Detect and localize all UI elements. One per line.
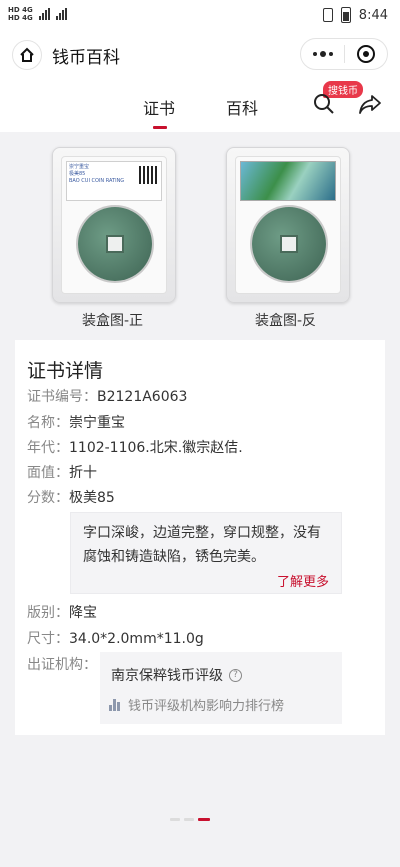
qr-code [139, 166, 157, 184]
help-icon[interactable]: ? [229, 668, 242, 682]
search-icon[interactable] [313, 93, 335, 115]
detail-label: 面值： [27, 465, 69, 481]
detail-row-variety: 版别：降宝 [27, 602, 97, 622]
tab-encyclopedia[interactable]: 百科 [226, 95, 258, 119]
active-tab-indicator [153, 126, 167, 129]
home-icon [20, 47, 34, 62]
page-dot-active [198, 818, 210, 821]
grade-comment: 字口深峻，边道完整，穿口规整，没有腐蚀和铸造缺陷，锈色完美。 [83, 525, 321, 565]
detail-row-denomination: 面值：折十 [27, 462, 97, 482]
signal-icon [38, 8, 50, 20]
coin-obverse [78, 207, 152, 281]
hologram-label [240, 161, 336, 201]
close-miniprogram-button[interactable] [345, 39, 387, 69]
detail-value: 折十 [69, 465, 97, 481]
issuer-box[interactable]: 南京保粹钱币评级 ? 钱币评级机构影响力排行榜 [100, 652, 342, 724]
detail-row-grade: 分数：极美85 [27, 487, 115, 507]
detail-label: 尺寸： [27, 631, 69, 647]
slab-front-image[interactable]: 崇宁重宝 极美85 BAO CUI COIN RATING [52, 147, 176, 303]
target-icon [356, 45, 375, 63]
detail-label: 版别： [27, 605, 69, 621]
home-button[interactable] [12, 40, 42, 70]
slab-label-front: 崇宁重宝 极美85 BAO CUI COIN RATING [66, 161, 162, 201]
page-indicator [170, 818, 210, 821]
learn-more-link[interactable]: 了解更多 [277, 571, 329, 590]
detail-value: 34.0*2.0mm*11.0g [69, 631, 204, 647]
slab-photos: 崇宁重宝 极美85 BAO CUI COIN RATING 装盒图-正 装盒图-… [0, 132, 400, 340]
detail-value: 极美85 [69, 490, 115, 506]
detail-row-name: 名称：崇宁重宝 [27, 412, 125, 432]
tab-bar: 证书 百科 搜钱币 [0, 80, 400, 132]
detail-value: 崇宁重宝 [69, 415, 125, 431]
issuer-ranking-link[interactable]: 钱币评级机构影响力排行榜 [109, 695, 284, 714]
signal-icon-2 [55, 8, 67, 20]
detail-label: 年代： [27, 440, 69, 456]
detail-value[interactable]: B2121A6063 [97, 389, 187, 405]
network-label-2: HD 4G [8, 14, 33, 22]
bar-chart-icon [109, 698, 120, 711]
detail-row-size: 尺寸：34.0*2.0mm*11.0g [27, 628, 204, 648]
tab-certificate[interactable]: 证书 [143, 95, 175, 119]
vibrate-icon [322, 8, 333, 22]
battery-icon [340, 7, 351, 23]
front-caption: 装盒图-正 [82, 313, 144, 329]
detail-row-issuer: 出证机构： [27, 654, 97, 674]
slab-back-image[interactable] [226, 147, 350, 303]
detail-value: 1102-1106.北宋.徽宗赵佶. [69, 440, 243, 456]
grade-comment-box: 字口深峻，边道完整，穿口规整，没有腐蚀和铸造缺陷，锈色完美。 了解更多 [70, 512, 342, 594]
page-dot [170, 818, 180, 821]
status-time: 8:44 [358, 7, 388, 23]
detail-label: 分数： [27, 490, 69, 506]
detail-value: 降宝 [69, 605, 97, 621]
detail-row-cert-no: 证书编号：B2121A6063 [27, 386, 187, 406]
issuer-ranking-label: 钱币评级机构影响力排行榜 [128, 699, 285, 714]
detail-label: 出证机构： [27, 657, 97, 673]
status-bar: HD 4G HD 4G 8:44 [0, 0, 400, 30]
detail-label: 证书编号： [27, 389, 97, 405]
network-label-1: HD 4G [8, 6, 33, 14]
more-button[interactable] [301, 39, 344, 69]
details-title: 证书详情 [27, 360, 104, 382]
back-caption: 装盒图-反 [255, 313, 317, 329]
certificate-details-card: 证书详情 证书编号：B2121A6063 名称：崇宁重宝 年代：1102-110… [15, 340, 385, 735]
detail-row-era: 年代：1102-1106.北宋.徽宗赵佶. [27, 437, 243, 457]
miniprogram-capsule [300, 38, 388, 70]
nav-bar: 钱币百科 [0, 30, 400, 80]
page-dot [184, 818, 194, 821]
coin-reverse [252, 207, 326, 281]
detail-label: 名称： [27, 415, 69, 431]
page-title: 钱币百科 [52, 48, 120, 68]
issuer-name: 南京保粹钱币评级 [111, 668, 223, 684]
share-icon[interactable] [358, 93, 382, 115]
